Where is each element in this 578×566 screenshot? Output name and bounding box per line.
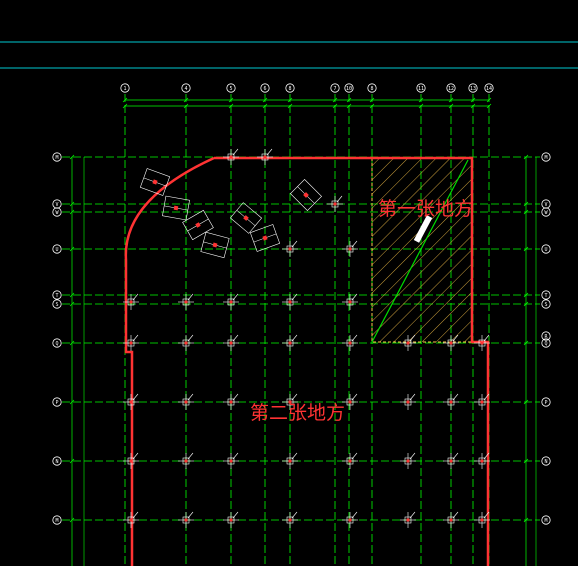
axis-bubble-top-label: 11 <box>418 86 424 92</box>
top-axis-bubbles: 1 4 5 6 8 7 10 8 11 12 13 14 <box>120 83 494 93</box>
axis-bubble-side-label: M <box>55 155 58 161</box>
column-marker <box>342 293 358 310</box>
axis-bubble-top-label: 6 <box>263 86 266 92</box>
rotated-column <box>162 195 190 221</box>
axis-bubble-top-label: 10 <box>346 86 352 92</box>
rotated-column <box>200 231 230 259</box>
column-marker <box>282 511 298 528</box>
axis-bubble-side-label: Q <box>55 341 58 347</box>
axis-bubble-side-label: S <box>544 302 547 308</box>
column-marker <box>178 393 194 410</box>
column-marker <box>282 240 298 257</box>
side-axis-bubbles: M MV VW WU UT TS SQ QP PN NM MR <box>52 152 551 525</box>
axis-bubble-top-label: 8 <box>370 86 373 92</box>
column-marker <box>282 334 298 351</box>
axis-bubble-side-label: U <box>55 247 58 253</box>
axis-bubble-top-label: 8 <box>288 86 291 92</box>
axis-bubble-side-label: V <box>55 202 58 208</box>
column-marker <box>223 452 239 469</box>
column-marker <box>400 393 416 410</box>
axis-bubble-side-label: Q <box>544 341 547 347</box>
rotated-column <box>290 179 322 211</box>
column-marker <box>178 511 194 528</box>
column-marker <box>400 452 416 469</box>
cad-drawing-canvas: 1 4 5 6 8 7 10 8 11 12 13 14 M MV VW WU UT TS SQ QP PN NM MR … <box>0 41 578 566</box>
axis-bubble-side-label: P <box>55 400 58 406</box>
column-marker <box>223 334 239 351</box>
second-region-label: 第二张地方 <box>250 402 345 424</box>
column-marker <box>178 334 194 351</box>
column-marker <box>443 511 459 528</box>
column-marker <box>443 393 459 410</box>
axis-bubble-top-label: 1 <box>123 86 126 92</box>
axis-bubble-side-label: N <box>544 459 547 465</box>
column-marker <box>123 452 139 469</box>
axis-bubble-top-label: 14 <box>486 86 492 92</box>
column-marker <box>400 511 416 528</box>
first-region-hatch <box>371 157 473 343</box>
column-marker <box>223 393 239 410</box>
axis-bubble-top-label: 13 <box>470 86 476 92</box>
column-marker <box>223 511 239 528</box>
axis-bubble-top-label: 5 <box>229 86 232 92</box>
column-marker <box>282 293 298 310</box>
column-marker <box>342 452 358 469</box>
column-marker <box>342 240 358 257</box>
rotated-column <box>229 202 263 234</box>
axis-bubble-top-label: 4 <box>184 86 187 92</box>
axis-bubble-side-label: T <box>55 293 58 299</box>
rotated-column <box>139 168 171 196</box>
axis-bubble-side-label: M <box>55 518 58 524</box>
axis-bubble-side-label: S <box>55 302 58 308</box>
column-marker <box>223 293 239 310</box>
first-region-label: 第一张地方 <box>378 198 473 220</box>
axis-bubble-side-label: T <box>544 293 547 299</box>
axis-bubble-side-label: P <box>544 400 547 406</box>
axis-bubble-side-label: W <box>544 210 548 216</box>
column-marker <box>178 293 194 310</box>
column-marker <box>282 452 298 469</box>
axis-bubble-side-label: U <box>544 247 547 253</box>
axis-bubble-top-label: 12 <box>448 86 454 92</box>
axis-bubble-side-label: M <box>544 155 547 161</box>
axis-bubble-side-label: N <box>55 459 58 465</box>
axis-bubble-side-label: V <box>544 202 547 208</box>
cyan-rule-lines <box>0 41 578 69</box>
column-marker <box>342 334 358 351</box>
column-marker <box>223 148 239 165</box>
column-marker <box>327 195 343 212</box>
axis-bubble-side-label: M <box>544 518 547 524</box>
axis-bubble-top-label: 7 <box>333 86 336 92</box>
column-marker <box>257 148 273 165</box>
column-marker <box>342 511 358 528</box>
column-marker <box>178 452 194 469</box>
axis-bubble-side-label: W <box>55 210 59 216</box>
column-marker <box>443 452 459 469</box>
